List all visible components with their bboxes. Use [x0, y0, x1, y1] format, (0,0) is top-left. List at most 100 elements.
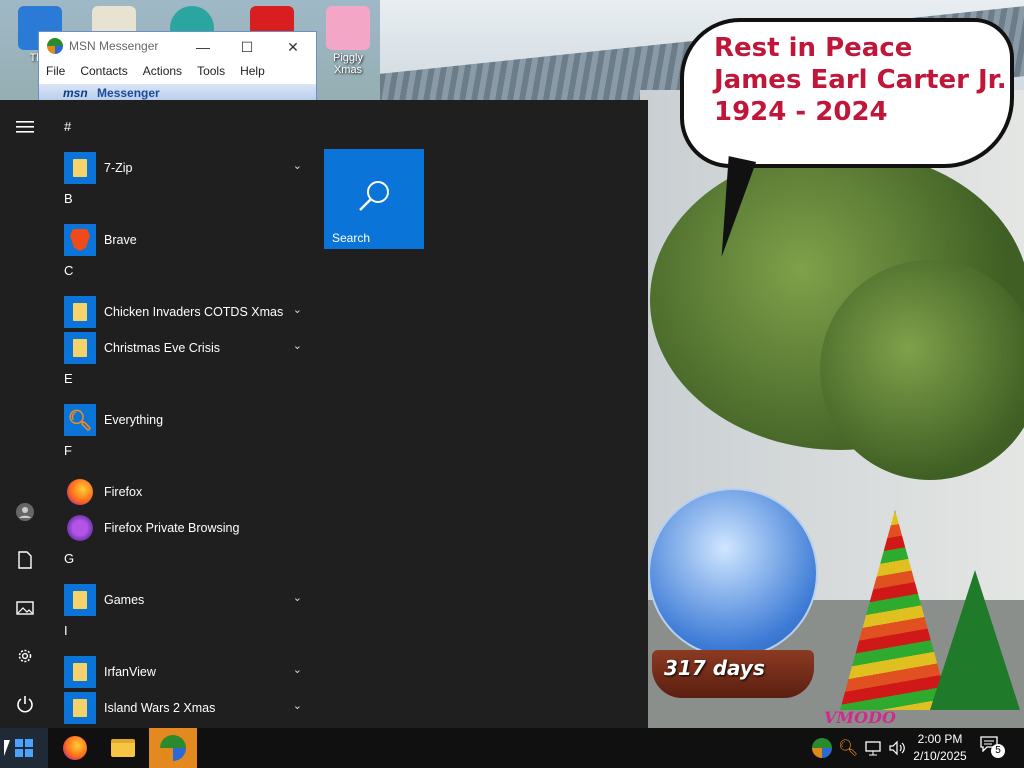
action-center-button[interactable]: 5 [980, 736, 1006, 760]
pictures-icon[interactable] [12, 595, 38, 621]
group-header-c[interactable]: C [56, 258, 310, 294]
app-chicken-invaders[interactable]: Chicken Invaders COTDS Xmas ⌄ [56, 294, 310, 330]
memorial-line-3: 1924 - 2024 [714, 97, 888, 127]
menu-contacts[interactable]: Contacts [80, 64, 127, 78]
magnifier-icon: 🔍︎ [64, 404, 96, 436]
start-app-list: # 7-Zip ⌄ B Brave C Chicken Invaders COT… [56, 114, 310, 726]
msn-window-title: MSN Messenger [69, 39, 159, 53]
start-rail [0, 100, 50, 728]
memorial-line-1: Rest in Peace [714, 33, 913, 63]
volume-icon[interactable] [888, 740, 906, 756]
folder-icon [64, 332, 96, 364]
taskbar-file-explorer[interactable] [99, 728, 147, 768]
app-label: Games [104, 593, 145, 607]
app-brave[interactable]: Brave [56, 222, 310, 258]
folder-icon [64, 584, 96, 616]
group-header-f[interactable]: F [56, 438, 310, 474]
app-label: Firefox Private Browsing [104, 521, 240, 535]
snow-globe [648, 488, 818, 658]
firefox-icon [63, 736, 87, 760]
folder-icon [64, 152, 96, 184]
folder-icon [64, 656, 96, 688]
everything-tray-icon[interactable]: 🔍︎ [838, 738, 858, 758]
group-header-b[interactable]: B [56, 186, 310, 222]
countdown-label: 317 days [664, 656, 765, 680]
app-everything[interactable]: 🔍︎ Everything [56, 402, 310, 438]
menu-actions[interactable]: Actions [143, 64, 182, 78]
msn-butterfly-icon [47, 38, 63, 54]
desktop-icon-piggly-xmas[interactable]: Piggly Xmas [318, 6, 378, 76]
app-label: Firefox [104, 485, 143, 499]
group-header-g[interactable]: G [56, 546, 310, 582]
app-irfanview[interactable]: IrfanView ⌄ [56, 654, 310, 690]
chevron-down-icon[interactable]: ⌄ [293, 339, 302, 352]
chevron-down-icon[interactable]: ⌄ [293, 591, 302, 604]
power-icon[interactable] [12, 691, 38, 717]
clock-time: 2:00 PM [917, 732, 963, 746]
system-tray: 🔍︎ [812, 728, 906, 768]
chevron-down-icon[interactable]: ⌄ [293, 303, 302, 316]
app-christmas-eve-crisis[interactable]: Christmas Eve Crisis ⌄ [56, 330, 310, 366]
chevron-down-icon[interactable]: ⌄ [293, 699, 302, 712]
minimize-button[interactable]: — [183, 36, 223, 58]
taskbar-firefox[interactable] [51, 728, 99, 768]
app-island-wars[interactable]: Island Wars 2 Xmas ⌄ [56, 690, 310, 726]
folder-icon [111, 739, 135, 757]
app-label: 7-Zip [104, 161, 133, 175]
start-menu: # 7-Zip ⌄ B Brave C Chicken Invaders COT… [0, 100, 648, 728]
menu-file[interactable]: File [46, 64, 65, 78]
msn-messenger-window[interactable]: MSN Messenger — ☐ ✕ File Contacts Action… [38, 31, 317, 103]
memorial-line-2: James Earl Carter Jr. [714, 65, 1007, 95]
msn-band-title: Messenger [97, 86, 160, 100]
app-firefox[interactable]: Firefox [56, 474, 310, 510]
app-firefox-private[interactable]: Firefox Private Browsing [56, 510, 310, 546]
app-label: IrfanView [104, 665, 156, 679]
document-icon[interactable] [12, 547, 38, 573]
user-icon[interactable] [12, 499, 38, 525]
app-7zip[interactable]: 7-Zip ⌄ [56, 150, 310, 186]
background-foliage [820, 260, 1024, 480]
pig-icon [326, 6, 370, 50]
watermark: VMODO [824, 708, 896, 727]
search-tile[interactable]: Search [324, 149, 424, 249]
taskbar-msn-messenger[interactable] [149, 728, 197, 768]
gear-icon[interactable] [12, 643, 38, 669]
app-label: Brave [104, 233, 137, 247]
app-label: Island Wars 2 Xmas [104, 701, 216, 715]
msn-title-bar[interactable]: MSN Messenger — ☐ ✕ [39, 32, 316, 60]
taskbar-clock[interactable]: 2:00 PM 2/10/2025 [906, 731, 974, 765]
app-games[interactable]: Games ⌄ [56, 582, 310, 618]
msn-butterfly-icon [160, 735, 186, 761]
brave-icon [64, 224, 96, 256]
msn-logo: msn [63, 86, 88, 100]
desktop-icon-label: Piggly Xmas [333, 52, 363, 76]
search-icon [359, 181, 389, 211]
folder-icon [64, 692, 96, 724]
search-tile-label: Search [332, 231, 371, 245]
memorial-text: Rest in Peace James Earl Carter Jr. 1924… [714, 32, 1007, 128]
windows-logo-icon [15, 739, 33, 757]
mouse-cursor [4, 740, 10, 756]
chevron-down-icon[interactable]: ⌄ [293, 663, 302, 676]
group-header-i[interactable]: I [56, 618, 310, 654]
msn-tray-icon[interactable] [812, 738, 832, 758]
network-icon[interactable] [864, 740, 882, 756]
maximize-button[interactable]: ☐ [227, 36, 267, 58]
clock-date: 2/10/2025 [913, 749, 967, 763]
menu-tools[interactable]: Tools [197, 64, 225, 78]
taskbar: 🔍︎ 2:00 PM 2/10/2025 5 [0, 728, 1024, 768]
group-header-hash[interactable]: # [56, 114, 310, 150]
folder-icon [64, 296, 96, 328]
app-label: Everything [104, 413, 164, 427]
hamburger-icon[interactable] [12, 114, 38, 140]
menu-help[interactable]: Help [240, 64, 265, 78]
notification-count-badge: 5 [991, 744, 1005, 758]
group-header-e[interactable]: E [56, 366, 310, 402]
firefox-private-icon [64, 512, 96, 544]
close-button[interactable]: ✕ [273, 36, 313, 58]
msn-menu-bar: File Contacts Actions Tools Help [39, 60, 316, 82]
chevron-down-icon[interactable]: ⌄ [293, 159, 302, 172]
firefox-icon [64, 476, 96, 508]
app-label: Christmas Eve Crisis [104, 341, 220, 355]
app-label: Chicken Invaders COTDS Xmas [104, 305, 284, 319]
